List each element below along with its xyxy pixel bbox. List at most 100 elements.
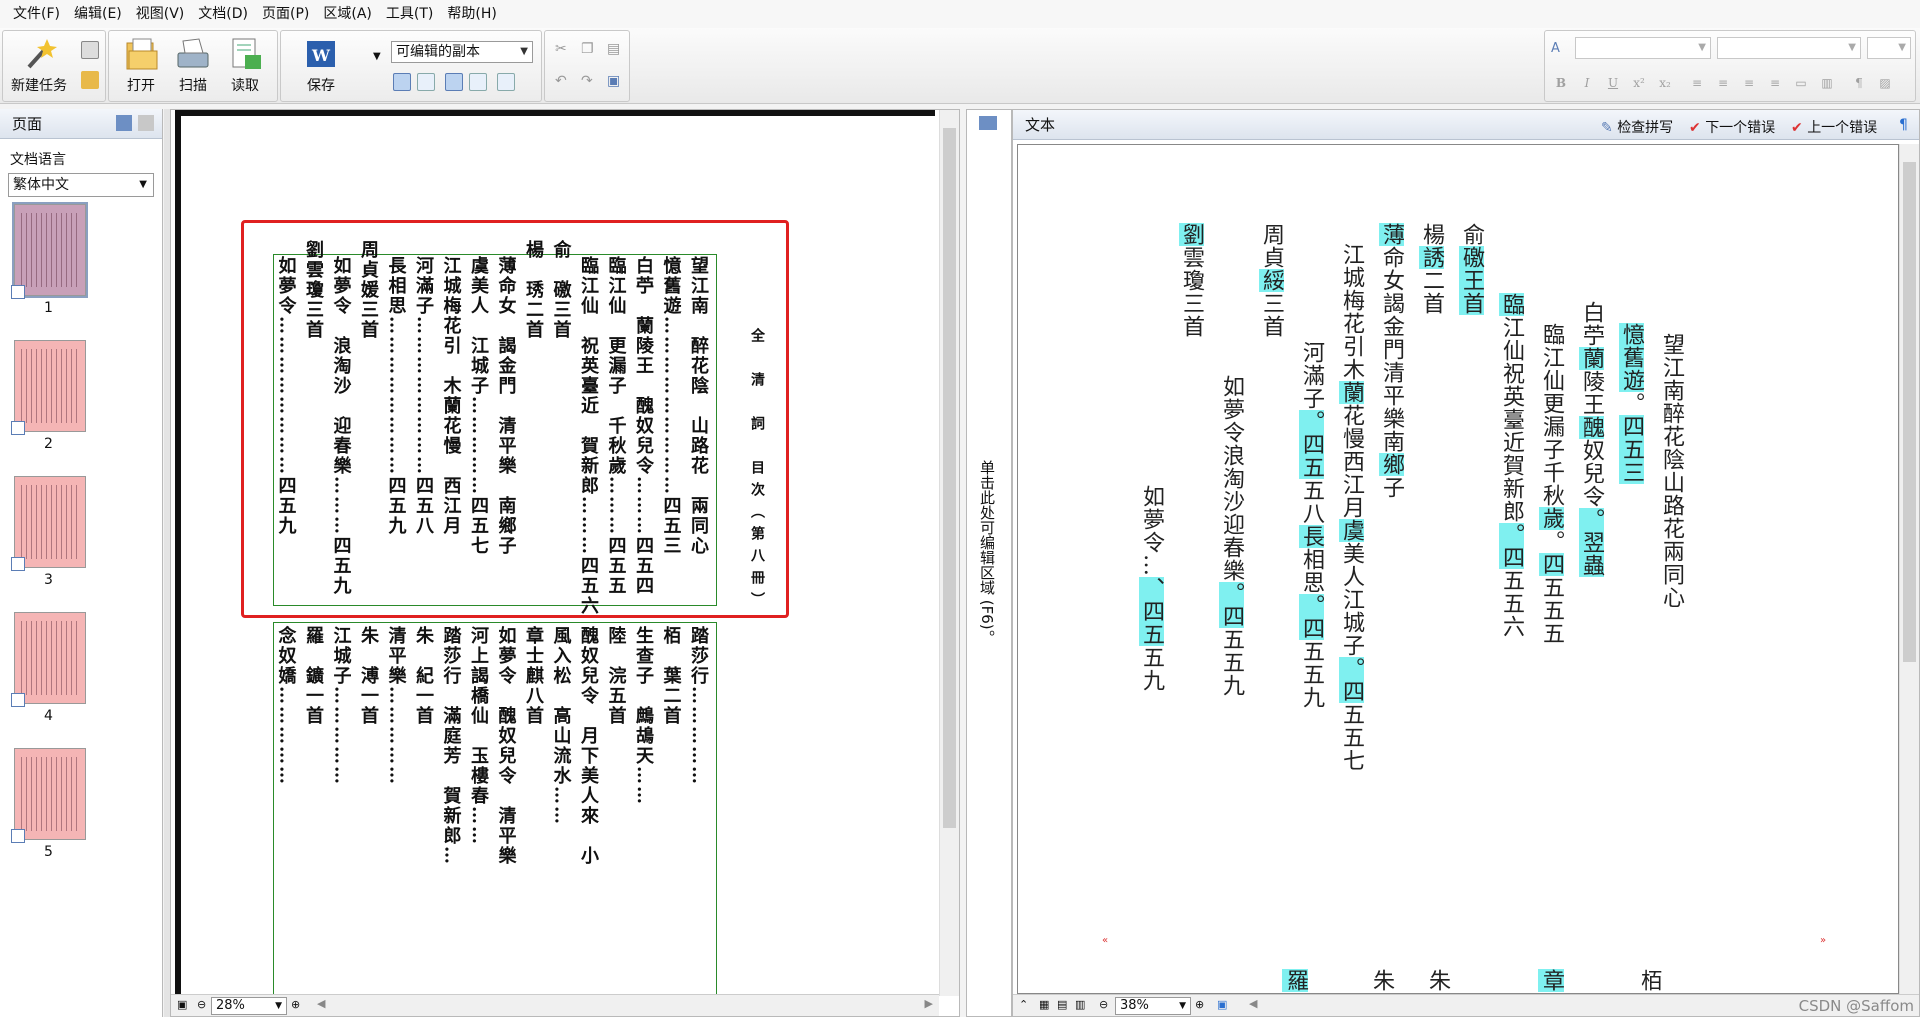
document-language-select[interactable]: 繁体中文 ▼: [8, 173, 154, 197]
menu-help[interactable]: 帮助(H): [440, 0, 503, 28]
justify-icon[interactable]: ≡: [1765, 73, 1785, 93]
uncertain-character: 四: [1499, 546, 1524, 569]
layout-mode-3-icon[interactable]: [445, 73, 463, 91]
scan-text-column: 章士麒八首: [523, 626, 544, 726]
text-options-icon[interactable]: ▣: [1217, 998, 1227, 1011]
menu-file[interactable]: 文件(F): [6, 0, 67, 28]
next-error-button[interactable]: ✔ 下一个错误: [1689, 117, 1775, 137]
text-editor[interactable]: 望江南醉花陰山路花兩同心 憶舊遊。四五三 白苧蘭陵王醜奴兒令。翌蟲 臨江仙更漏子千秋歲…: [1017, 144, 1899, 994]
align-right-icon[interactable]: ≡: [1739, 73, 1759, 93]
settings-wrench-icon[interactable]: [497, 73, 515, 91]
view-mode-3-icon[interactable]: ▥: [1075, 998, 1085, 1011]
read-button[interactable]: 读取: [219, 37, 271, 99]
redo-icon[interactable]: ↷: [581, 73, 593, 89]
layout-mode-4-icon[interactable]: [469, 73, 487, 91]
paragraph-marks-icon[interactable]: ¶: [1899, 117, 1908, 133]
schedule-icon[interactable]: [81, 71, 99, 89]
scan-text-column: 陸 浣五首: [605, 626, 627, 726]
columns-icon[interactable]: ▥: [1817, 73, 1837, 93]
chevron-down-icon: ▼: [1848, 42, 1856, 53]
prev-error-button[interactable]: ✔ 上一个错误: [1791, 117, 1877, 137]
scroll-thumb[interactable]: [943, 128, 956, 828]
font-size-select[interactable]: ▼: [1717, 37, 1861, 59]
copy-edit-icon[interactable]: ❐: [581, 41, 594, 57]
menu-tools[interactable]: 工具(T): [379, 0, 440, 28]
save-button[interactable]: W 保存: [291, 37, 351, 99]
chevron-down-icon: ▼: [520, 46, 528, 57]
superscript-icon[interactable]: x²: [1629, 73, 1649, 93]
page-thumbnail-4[interactable]: [11, 612, 86, 707]
text-zoom-select[interactable]: 38% ▼: [1115, 997, 1191, 1015]
paragraph-icon[interactable]: ¶: [1849, 73, 1869, 93]
page-thumbnail-3[interactable]: [11, 476, 86, 571]
menu-page[interactable]: 页面(P): [255, 0, 316, 28]
page-title-column: 全 清 詞 目次（第八冊）: [749, 328, 765, 614]
paste-icon[interactable]: ▤: [607, 41, 620, 57]
view-mode-1-icon[interactable]: ▦: [1039, 998, 1049, 1011]
menu-edit[interactable]: 编辑(E): [67, 0, 129, 28]
font-name-select[interactable]: ▼: [1575, 37, 1711, 59]
cut-icon[interactable]: ✂: [555, 41, 567, 57]
subscript-icon[interactable]: x₂: [1655, 73, 1675, 93]
view-mode-2-icon[interactable]: ▤: [1057, 998, 1067, 1011]
table-icon[interactable]: ▭: [1791, 73, 1811, 93]
chevron-down-icon: ▼: [1179, 1001, 1186, 1011]
scan-button[interactable]: 扫描: [167, 37, 219, 99]
fit-page-icon[interactable]: ▣: [177, 998, 187, 1011]
scan-text-column: 憶舊遊………………………四五三: [660, 256, 682, 556]
image-vertical-scrollbar[interactable]: [939, 110, 959, 996]
region-edit-strip[interactable]: 单击此处可编辑区域 (F6)。: [966, 109, 1012, 1017]
image-zoom-select[interactable]: 28% ▼: [211, 997, 287, 1015]
text-run: 雲瓊三首: [1179, 246, 1204, 338]
menu-view[interactable]: 视图(V): [129, 0, 192, 28]
scan-text-column: 河上謁橋仙 玉樓春……: [468, 626, 489, 846]
picture-icon[interactable]: ▨: [1875, 73, 1895, 93]
page-thumbnail-2[interactable]: [11, 340, 86, 435]
open-button[interactable]: 打开: [115, 37, 167, 99]
uncertain-character: 五: [1139, 623, 1164, 646]
select-all-icon[interactable]: ▣: [607, 73, 620, 89]
uncertain-character: 。: [1499, 523, 1524, 546]
underline-icon[interactable]: U: [1603, 73, 1623, 93]
scroll-left-icon[interactable]: ◀: [1249, 997, 1257, 1010]
page-add-icon[interactable]: [116, 115, 132, 131]
copy-icon[interactable]: [81, 41, 99, 59]
zoom-in-icon[interactable]: ⊕: [291, 998, 300, 1011]
text-run: 五五九: [1219, 628, 1244, 697]
page-thumbnail-1[interactable]: [11, 202, 88, 299]
text-run: 臨江仙更漏子千秋: [1539, 323, 1564, 507]
new-task-button[interactable]: 新建任务: [7, 37, 71, 99]
scroll-right-icon[interactable]: ▶: [925, 997, 933, 1010]
text-column: 劉雲瓊三首: [1178, 223, 1204, 338]
page-marker-left-icon: «: [1102, 935, 1109, 946]
save-dropdown-arrow-icon[interactable]: ▼: [373, 51, 381, 62]
chevron-down-icon: ▼: [139, 179, 147, 190]
zoom-out-icon[interactable]: ⊖: [197, 998, 206, 1011]
text-run: 三首: [1259, 292, 1284, 338]
scroll-thumb[interactable]: [1903, 162, 1916, 662]
menu-document[interactable]: 文档(D): [191, 0, 255, 28]
align-left-icon[interactable]: ≡: [1687, 73, 1707, 93]
view-up-icon[interactable]: ⌃: [1019, 998, 1028, 1011]
text-vertical-scrollbar[interactable]: [1899, 144, 1919, 1008]
text-run: 如夢令: [1139, 485, 1164, 554]
save-mode-select[interactable]: 可编辑的副本 ▼: [391, 41, 533, 63]
layout-mode-2-icon[interactable]: [417, 73, 435, 91]
page-recognized-icon: [11, 421, 25, 435]
region-properties-icon[interactable]: [979, 116, 997, 130]
font-style-icon[interactable]: A: [1551, 41, 1560, 56]
zoom-out-icon[interactable]: ⊖: [1099, 998, 1108, 1011]
check-spelling-button[interactable]: ✎ 检查拼写: [1601, 117, 1673, 137]
zoom-in-icon[interactable]: ⊕: [1195, 998, 1204, 1011]
page-thumbnail-5[interactable]: [11, 748, 86, 843]
align-center-icon[interactable]: ≡: [1713, 73, 1733, 93]
scroll-left-icon[interactable]: ◀: [317, 997, 325, 1010]
undo-icon[interactable]: ↶: [555, 73, 567, 89]
bold-icon[interactable]: B: [1551, 73, 1571, 93]
layout-mode-1-icon[interactable]: [393, 73, 411, 91]
page-remove-icon[interactable]: [138, 115, 154, 131]
italic-icon[interactable]: I: [1577, 73, 1597, 93]
scan-text-column: 風入松 高山流水……: [550, 626, 572, 826]
menu-area[interactable]: 区域(A): [316, 0, 379, 28]
font-color-select[interactable]: ▼: [1867, 37, 1911, 59]
